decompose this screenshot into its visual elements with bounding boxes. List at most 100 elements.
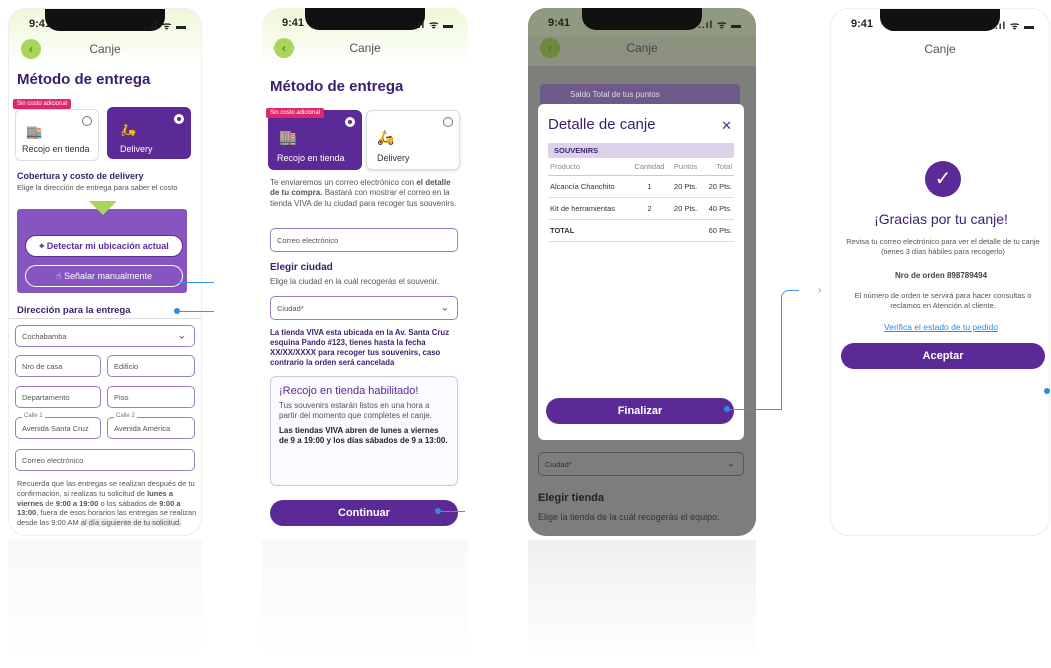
coverage-subtitle: Elige la dirección de entrega para saber… <box>17 183 178 192</box>
email-field-2[interactable]: Correo electrónico <box>270 228 458 252</box>
radio-store-2[interactable] <box>345 117 355 127</box>
screen-order-detail: 9:41 ..ıl ᯤ ▬ ‹ Canje Saldo Total de tus… <box>528 8 756 536</box>
page-title: Método de entrega <box>17 71 151 88</box>
radio-delivery[interactable] <box>174 114 184 124</box>
chevron-down-icon-3: ⌄ <box>726 458 735 470</box>
manual-label: Señalar manualmente <box>63 271 153 281</box>
free-tag-2: Sin costo adicional <box>266 108 325 118</box>
street2-label: Calle 2 <box>114 413 137 419</box>
store-subtitle: Elige la tienda de la cuál recogerás el … <box>538 512 720 522</box>
thanks-subtitle: Revisa tu correo electrónico para ver el… <box>846 237 1040 256</box>
city-placeholder-2: Ciudad* <box>277 303 304 313</box>
order-status-link[interactable]: Verifica el estado de tu pedido <box>831 322 1049 332</box>
balance-bar: Saldo Total de tus puntos <box>540 84 740 106</box>
manual-location-button[interactable]: ☝ Señalar manualmente <box>25 265 183 287</box>
back-button-2[interactable]: ‹ <box>274 38 294 58</box>
house-number-field[interactable]: Nro de casa <box>15 355 101 377</box>
delivery-note: Recuerda que las entregas se realizan de… <box>17 479 197 528</box>
street1-field[interactable]: Calle 1 Avenida Santa Cruz <box>15 413 101 439</box>
connector-line-3 <box>441 511 465 512</box>
intro-text: Te enviaremos un correo electrónico con … <box>270 178 460 209</box>
navbar: ‹ Canje <box>9 37 201 67</box>
detail-modal: Detalle de canje ✕ SOUVENIRS Producto Ca… <box>538 104 744 440</box>
total-row: TOTAL 60 Pts. <box>548 219 734 242</box>
scooter-icon: 🛵 <box>120 122 137 137</box>
divider <box>9 318 201 319</box>
notch-3 <box>582 8 702 30</box>
total-empty-1 <box>629 219 670 242</box>
status-bar-3: 9:41 ..ıl ᯤ ▬ <box>528 8 756 36</box>
city-select-3[interactable]: Ciudad* ⌄ <box>538 452 744 476</box>
cell-points: 20 Pts. <box>669 175 702 198</box>
option-delivery-label: Delivery <box>120 144 153 154</box>
navbar-3: ‹ Canje <box>528 36 756 66</box>
nav-title-3: Canje <box>626 41 658 55</box>
notch-4 <box>880 9 1000 31</box>
thanks-title: ¡Gracias por tu canje! <box>874 211 1008 227</box>
scooter-icon-2: 🛵 <box>377 129 395 145</box>
city-select-2[interactable]: Ciudad* ⌄ <box>270 296 458 320</box>
notch-2 <box>305 8 425 30</box>
total-empty-2 <box>669 219 702 242</box>
building-field[interactable]: Edificio <box>107 355 195 377</box>
signal-icon-3: ..ıl ᯤ ▬ <box>698 20 742 31</box>
email-placeholder-2: Correo electrónico <box>277 235 339 245</box>
floor-field[interactable]: Piso <box>107 386 195 408</box>
status-bar-4: 9:41 ..ıl ᯤ ▬ <box>831 9 1049 37</box>
note-d: 9:00 a 19:00 <box>55 498 99 508</box>
note-h: al día siguiente de tu solicitud. <box>80 518 182 527</box>
back-button-3[interactable]: ‹ <box>540 38 560 58</box>
city-select[interactable]: Cochabamba ⌄ <box>15 325 195 347</box>
th-total: Total <box>701 158 734 176</box>
store-icon-2: 🏬 <box>279 129 297 145</box>
connector-line-5 <box>781 290 799 410</box>
th-product: Producto <box>548 158 630 176</box>
city-subtitle: Elige la ciudad en la cuál recogerás el … <box>270 277 439 286</box>
radio-store[interactable] <box>82 116 92 126</box>
department-field[interactable]: Departamento <box>15 386 101 408</box>
detect-location-button[interactable]: ⌖ Detectar mi ubicación actual <box>25 235 183 257</box>
connector-line-2 <box>178 311 214 312</box>
cell-qty: 2 <box>629 197 670 220</box>
cell-product: Alcancía Chanchito <box>548 175 630 198</box>
total-label: TOTAL <box>548 219 630 242</box>
connector-line <box>178 282 214 283</box>
option-delivery[interactable]: 🛵 Delivery <box>107 107 191 159</box>
street2-field[interactable]: Calle 2 Avenida América <box>107 413 195 439</box>
connector-line-4 <box>730 409 782 410</box>
accept-button[interactable]: Aceptar <box>841 343 1045 369</box>
screen-store-pickup: 9:41 ..ıl ᯤ ▬ ‹ Canje Método de entrega … <box>262 8 468 536</box>
close-icon[interactable]: ✕ <box>721 118 732 134</box>
city-value: Cochabamba <box>22 331 67 341</box>
arrow-right-icon: › <box>818 285 822 296</box>
option-store-pickup[interactable]: 🏬 Recojo en tienda <box>15 109 99 161</box>
back-button[interactable]: ‹ <box>21 39 41 59</box>
city-placeholder-3: Ciudad* <box>545 459 572 469</box>
finish-button[interactable]: Finalizar <box>546 398 734 424</box>
cell-total: 40 Pts. <box>701 197 734 220</box>
continue-button[interactable]: Continuar <box>270 500 458 526</box>
checkmark-icon: ✓ <box>925 161 961 197</box>
email-field[interactable]: Correo electrónico <box>15 449 195 471</box>
total-value: 60 Pts. <box>701 219 734 242</box>
signal-icon-4: ..ıl ᯤ ▬ <box>991 21 1035 32</box>
status-bar-2: 9:41 ..ıl ᯤ ▬ <box>262 8 468 36</box>
street1-value: Avenida Santa Cruz <box>22 423 89 433</box>
box-hours: Las tiendas VIVA abren de lunes a vierne… <box>279 425 448 446</box>
reflection-2 <box>262 540 468 660</box>
option-store-label-2: Recojo en tienda <box>277 153 345 163</box>
reflection-1 <box>8 540 202 660</box>
option-delivery-2[interactable]: 🛵 Delivery <box>366 110 460 170</box>
connector-dot-4 <box>1044 388 1050 394</box>
detect-label: Detectar mi ubicación actual <box>46 241 169 251</box>
detail-table: Producto Cantidad Puntos Total Alcancía … <box>548 158 734 242</box>
signal-icon-2: ..ıl ᯤ ▬ <box>410 20 454 31</box>
radio-delivery-2[interactable] <box>443 117 453 127</box>
order-number: Nro de orden 898789494 <box>894 271 988 280</box>
page-title-2: Método de entrega <box>270 78 404 95</box>
option-store-pickup-2[interactable]: 🏬 Recojo en tienda <box>268 110 362 170</box>
store-title: Elegir tienda <box>538 492 605 504</box>
modal-title: Detalle de canje <box>548 116 656 133</box>
signal-icon: ..ıl ᯤ ▬ <box>143 21 187 32</box>
screen-delivery-method: 9:41 ..ıl ᯤ ▬ ‹ Canje Método de entrega … <box>8 8 202 536</box>
